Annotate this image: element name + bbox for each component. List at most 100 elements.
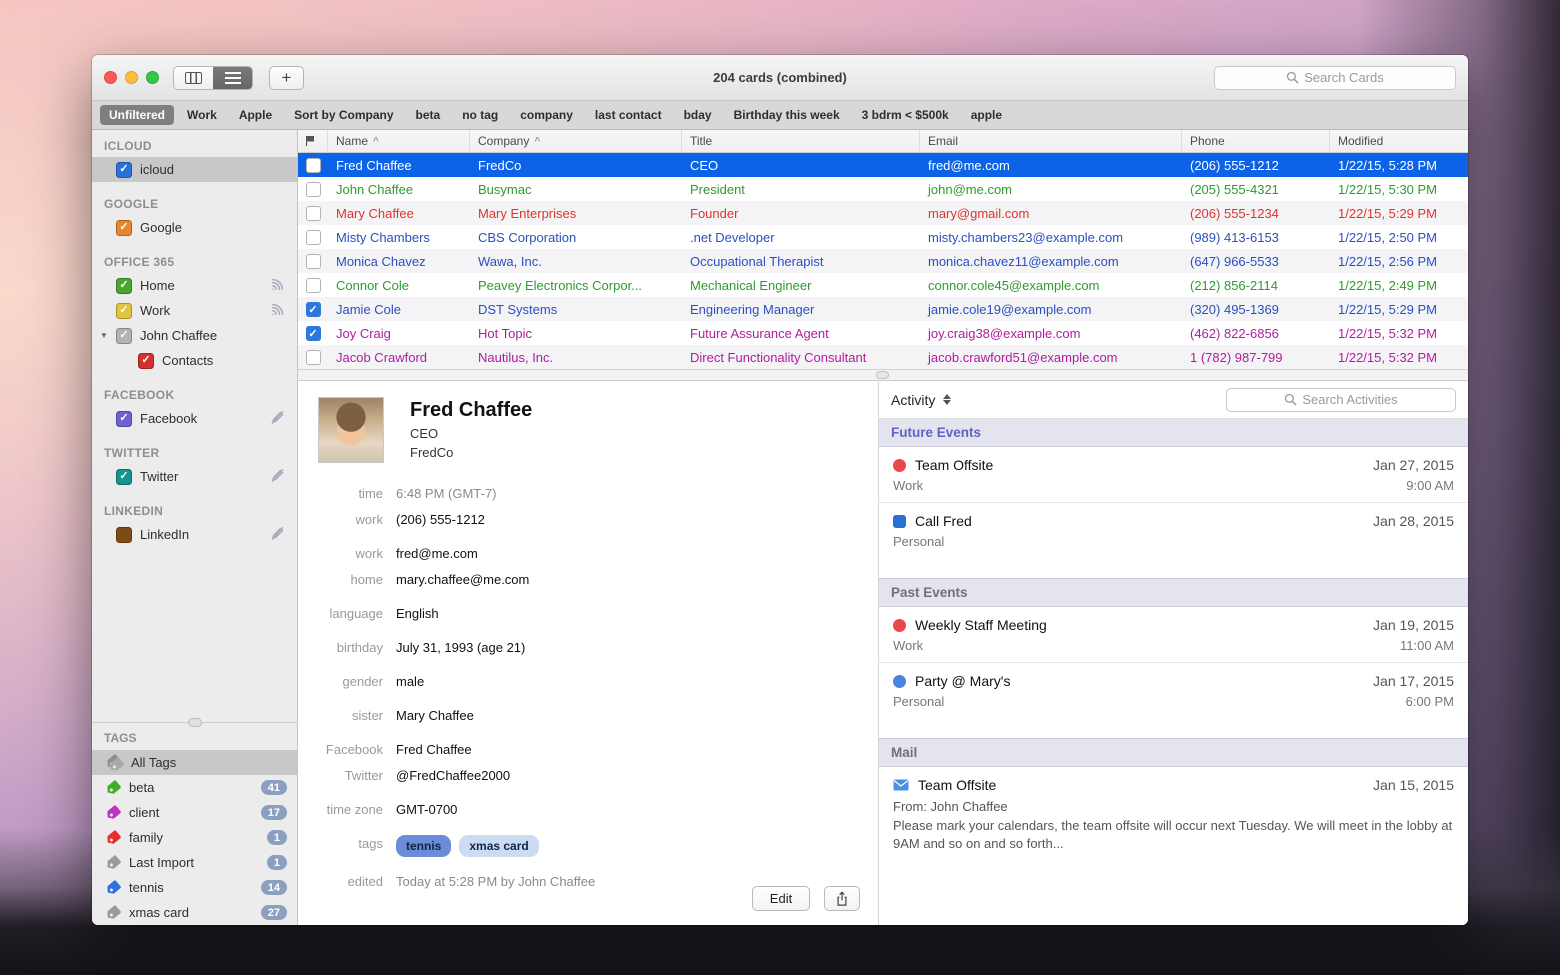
horizontal-splitter[interactable] [298,369,1468,381]
account-checkbox[interactable]: ✓ [116,303,132,319]
disclosure-triangle-icon[interactable]: ▼ [100,331,108,340]
cell-modified: 1/22/15, 2:56 PM [1330,254,1468,269]
row-checkbox[interactable] [306,158,321,173]
table-row[interactable]: John Chaffee Busymac President john@me.c… [298,177,1468,201]
table-row[interactable]: Misty Chambers CBS Corporation .net Deve… [298,225,1468,249]
table-row[interactable]: Connor Cole Peavey Electronics Corpor...… [298,273,1468,297]
list-view-button[interactable] [213,67,252,89]
tag-item[interactable]: family 1 [92,825,297,850]
sidebar-account-item[interactable]: ▼ ✓ John Chaffee [92,323,297,348]
sidebar-spacer [92,547,297,722]
filter-item[interactable]: 3 bdrm < $500k [853,105,958,125]
sidebar-section-header: LINKEDIN [92,499,297,522]
event-item[interactable]: Party @ Mary's Jan 17, 2015 Personal 6:0… [879,662,1468,718]
share-button[interactable] [824,886,860,911]
filter-item[interactable]: bday [675,105,721,125]
tag-pill[interactable]: tennis [396,835,451,857]
tag-item[interactable]: tennis 14 [92,875,297,900]
tag-item[interactable]: beta 41 [92,775,297,800]
sidebar-section-header: ICLOUD [92,134,297,157]
cell-phone: (206) 555-1212 [1182,158,1330,173]
add-card-button[interactable]: + [269,66,304,90]
email-column-header[interactable]: Email [920,130,1182,152]
account-checkbox[interactable]: ✓ [116,411,132,427]
tag-item[interactable]: All Tags [92,750,297,775]
sidebar-account-item[interactable]: ✓ Home [92,273,297,298]
sidebar-account-item[interactable]: ✓ Twitter [92,464,297,489]
account-checkbox[interactable] [116,527,132,543]
view-mode-segmented-control [173,66,253,90]
sidebar-account-item[interactable]: ✓ Facebook [92,406,297,431]
contact-photo[interactable] [318,397,384,463]
row-checkbox[interactable] [306,254,321,269]
event-item[interactable]: Weekly Staff Meeting Jan 19, 2015 Work 1… [879,607,1468,662]
account-checkbox[interactable]: ✓ [138,353,154,369]
sort-asc-icon: ^ [534,136,540,147]
splitter-knob[interactable] [876,371,889,379]
row-checkbox[interactable] [306,206,321,221]
zoom-window-button[interactable] [146,71,159,84]
sidebar-splitter[interactable] [92,722,297,723]
tag-label: client [129,805,252,820]
account-checkbox[interactable]: ✓ [116,469,132,485]
account-checkbox[interactable]: ✓ [116,278,132,294]
tag-count-badge: 17 [261,805,287,820]
mail-item[interactable]: Team Offsite Jan 15, 2015 From: John Cha… [879,767,1468,862]
filter-item[interactable]: Work [178,105,226,125]
tag-item[interactable]: client 17 [92,800,297,825]
sidebar-account-item[interactable]: ✓ Work [92,298,297,323]
tag-label: All Tags [131,755,287,770]
row-checkbox[interactable] [306,278,321,293]
sidebar-account-item[interactable]: ✓ icloud [92,157,297,182]
filter-item[interactable]: Unfiltered [100,105,174,125]
name-column-header[interactable]: Name^ [328,130,470,152]
table-row[interactable]: Monica Chavez Wawa, Inc. Occupational Th… [298,249,1468,273]
filter-item[interactable]: Apple [230,105,281,125]
search-activities-field[interactable]: Search Activities [1226,388,1456,412]
event-item[interactable]: Team Offsite Jan 27, 2015 Work 9:00 AM [879,447,1468,502]
company-column-header[interactable]: Company^ [470,130,682,152]
column-view-button[interactable] [174,67,213,89]
row-checkbox[interactable]: ✓ [306,302,321,317]
activity-popup-label[interactable]: Activity [891,392,935,408]
table-row[interactable]: Mary Chaffee Mary Enterprises Founder ma… [298,201,1468,225]
tag-pill[interactable]: xmas card [459,835,538,857]
table-row[interactable]: ✓ Joy Craig Hot Topic Future Assurance A… [298,321,1468,345]
row-checkbox[interactable] [306,230,321,245]
cell-title: Occupational Therapist [682,254,920,269]
search-icon [1286,71,1299,84]
table-row[interactable]: ✓ Jamie Cole DST Systems Engineering Man… [298,297,1468,321]
sidebar-account-item[interactable]: ✓ Contacts [92,348,297,373]
close-window-button[interactable] [104,71,117,84]
account-checkbox[interactable]: ✓ [116,220,132,236]
search-cards-field[interactable]: Search Cards [1214,66,1456,90]
account-checkbox[interactable]: ✓ [116,162,132,178]
flag-column-header[interactable] [298,130,328,152]
sidebar-account-item[interactable]: ✓ Google [92,215,297,240]
cell-name: Connor Cole [328,278,470,293]
event-item[interactable]: Call Fred Jan 28, 2015 Personal [879,502,1468,558]
table-row[interactable]: Fred Chaffee FredCo CEO fred@me.com (206… [298,153,1468,177]
filter-item[interactable]: beta [407,105,450,125]
account-checkbox[interactable]: ✓ [116,328,132,344]
table-row[interactable]: Jacob Crawford Nautilus, Inc. Direct Fun… [298,345,1468,369]
tag-item[interactable]: Last Import 1 [92,850,297,875]
filter-item[interactable]: Sort by Company [285,105,402,125]
popup-updown-icon[interactable] [943,394,951,405]
minimize-window-button[interactable] [125,71,138,84]
title-column-header[interactable]: Title [682,130,920,152]
tag-item[interactable]: xmas card 27 [92,900,297,925]
phone-column-header[interactable]: Phone [1182,130,1330,152]
filter-item[interactable]: apple [962,105,1011,125]
splitter-knob[interactable] [188,718,202,727]
row-checkbox[interactable]: ✓ [306,326,321,341]
filter-item[interactable]: Birthday this week [725,105,849,125]
filter-item[interactable]: no tag [453,105,507,125]
row-checkbox[interactable] [306,350,321,365]
modified-column-header[interactable]: Modified [1330,130,1468,152]
filter-item[interactable]: last contact [586,105,671,125]
row-checkbox[interactable] [306,182,321,197]
edit-button[interactable]: Edit [752,886,810,911]
sidebar-account-item[interactable]: LinkedIn [92,522,297,547]
filter-item[interactable]: company [511,105,582,125]
